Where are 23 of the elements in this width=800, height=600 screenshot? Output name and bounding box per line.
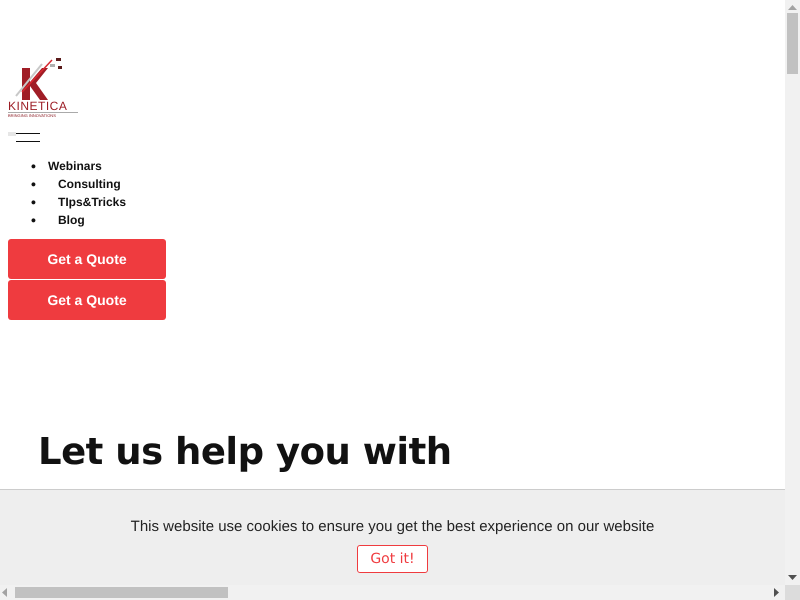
scroll-thumb[interactable] [15, 587, 228, 598]
scroll-right-icon[interactable] [774, 588, 779, 597]
logo-name: KINETICA [8, 100, 68, 112]
hero-heading: Let us help you with [38, 430, 453, 473]
scroll-up-icon[interactable] [788, 5, 797, 10]
horizontal-scrollbar[interactable] [0, 585, 785, 600]
scroll-thumb[interactable] [787, 13, 798, 74]
vertical-scrollbar[interactable] [785, 0, 800, 585]
list-bullet: • [31, 193, 37, 211]
quote-button[interactable]: Get a Quote [8, 280, 166, 320]
list-bullet: • [31, 175, 37, 193]
list-bullet: • [31, 211, 37, 229]
nav-link[interactable]: Consulting [58, 175, 121, 193]
nav-link[interactable]: Webinars [48, 157, 102, 175]
scroll-left-icon[interactable] [2, 588, 7, 597]
scroll-down-icon[interactable] [788, 575, 797, 580]
accept-button[interactable]: Got it! [357, 545, 428, 573]
menu-icon[interactable] [8, 132, 40, 144]
nav-link[interactable]: Blog [58, 211, 85, 229]
list-bullet: • [31, 157, 37, 175]
nav-link[interactable]: TIps&Tricks [58, 193, 126, 211]
quote-button[interactable]: Get a Quote [8, 239, 166, 279]
cookie-message: This website use cookies to ensure you get the best experience on our website [130, 518, 654, 535]
